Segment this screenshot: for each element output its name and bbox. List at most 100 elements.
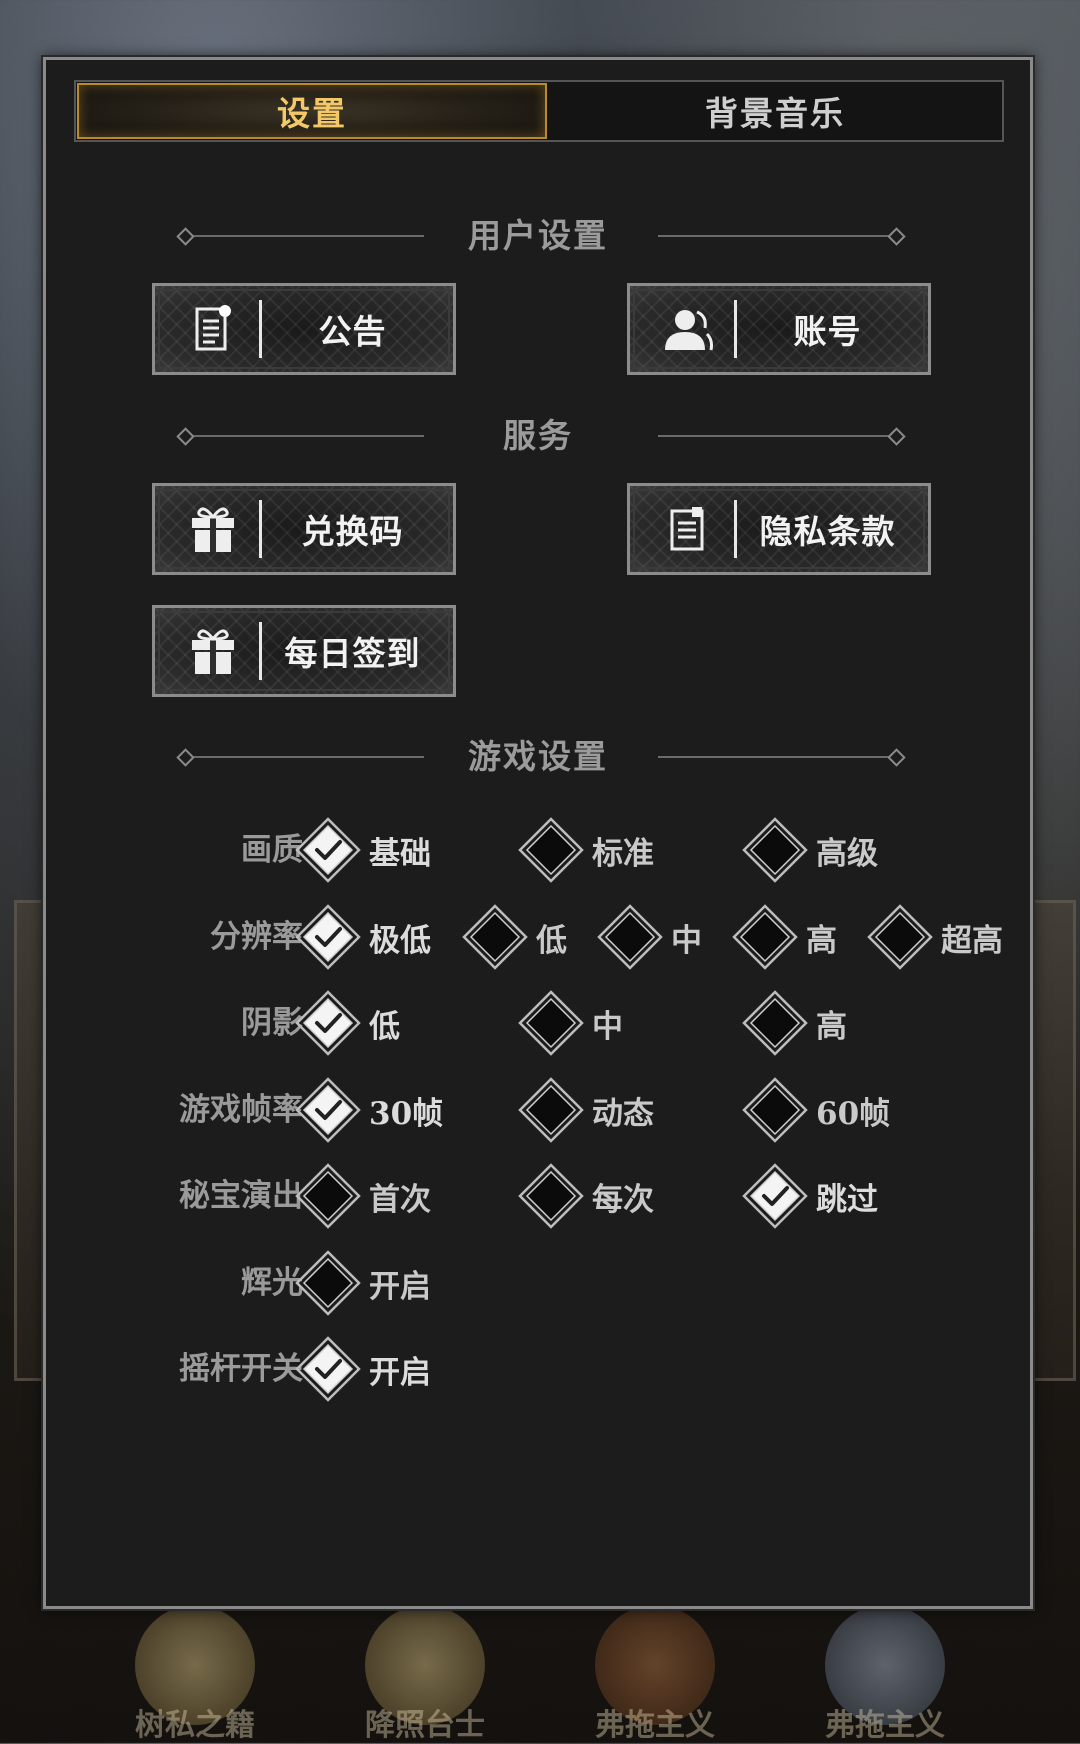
- divider-line: [658, 235, 898, 237]
- tab-settings[interactable]: 设置: [77, 83, 547, 139]
- option-label: 30帧: [369, 1095, 444, 1132]
- option-treasure-animation-1[interactable]: 首次: [295, 1161, 431, 1231]
- background-emblem-label: 树私之籍: [135, 1708, 255, 1743]
- diamond-checkbox-icon: [295, 1250, 361, 1316]
- option-label: 标准: [592, 835, 654, 872]
- option-treasure-animation-3[interactable]: 跳过: [742, 1161, 878, 1231]
- document-icon: [185, 301, 241, 357]
- diamond-checkbox-icon: [742, 990, 808, 1056]
- setting-row-framerate: 游戏帧率 30帧 动态 60帧: [46, 1075, 1030, 1145]
- option-quality-1[interactable]: 基础: [295, 815, 431, 885]
- option-label: 首次: [369, 1181, 431, 1218]
- option-framerate-2[interactable]: 动态: [518, 1075, 654, 1145]
- user-icon: [660, 301, 716, 357]
- setting-label: 分辨率: [210, 919, 303, 955]
- setting-label: 画质: [241, 832, 303, 868]
- daily-checkin-button[interactable]: 每日签到: [152, 605, 456, 697]
- diamond-checkbox-checked-icon: [295, 990, 361, 1056]
- setting-row-treasure-animation: 秘宝演出 首次 每次 跳过: [46, 1161, 1030, 1231]
- gift-icon: [185, 623, 241, 679]
- divider-line: [658, 435, 898, 437]
- daily-checkin-button-label: 每日签到: [284, 634, 421, 673]
- option-shadow-1[interactable]: 低: [295, 988, 400, 1058]
- setting-label: 阴影: [241, 1005, 303, 1041]
- option-framerate-1[interactable]: 30帧: [295, 1075, 443, 1145]
- setting-row-resolution: 分辨率 极低 低 中 高 超高: [46, 902, 1030, 972]
- option-label: 动态: [592, 1095, 654, 1132]
- option-label: 中: [592, 1008, 623, 1045]
- option-quality-3[interactable]: 高级: [742, 815, 878, 885]
- setting-label: 游戏帧率: [179, 1092, 303, 1128]
- option-label: 低: [369, 1008, 400, 1045]
- diamond-checkbox-checked-icon: [295, 1077, 361, 1143]
- diamond-checkbox-icon: [462, 904, 528, 970]
- diamond-checkbox-icon: [295, 1163, 361, 1229]
- option-label: 极低: [369, 922, 431, 959]
- diamond-checkbox-checked-icon: [742, 1163, 808, 1229]
- option-shadow-2[interactable]: 中: [518, 988, 623, 1058]
- option-label: 跳过: [816, 1181, 878, 1218]
- document-lock-icon: [660, 501, 716, 557]
- option-label: 每次: [592, 1181, 654, 1218]
- section-user-settings: 用户设置: [46, 211, 1030, 261]
- background-emblem-label: 弗拖主义: [825, 1708, 945, 1743]
- setting-label: 摇杆开关: [179, 1351, 303, 1387]
- option-resolution-3[interactable]: 中: [597, 902, 702, 972]
- background-emblem-label: 弗拖主义: [595, 1708, 715, 1743]
- account-button-label: 账号: [793, 312, 862, 351]
- option-resolution-1[interactable]: 极低: [295, 902, 431, 972]
- account-button[interactable]: 账号: [627, 283, 931, 375]
- diamond-checkbox-icon: [518, 990, 584, 1056]
- option-label: 高: [816, 1008, 847, 1045]
- option-label: 60帧: [816, 1095, 891, 1132]
- option-framerate-3[interactable]: 60帧: [742, 1075, 890, 1145]
- setting-label: 辉光: [241, 1265, 303, 1301]
- option-label: 低: [536, 922, 567, 959]
- diamond-checkbox-icon: [742, 817, 808, 883]
- option-treasure-animation-2[interactable]: 每次: [518, 1161, 654, 1231]
- diamond-checkbox-icon: [518, 817, 584, 883]
- setting-row-joystick: 摇杆开关 开启: [46, 1334, 1030, 1404]
- setting-row-glow: 辉光 开启: [46, 1248, 1030, 1318]
- redeem-code-button-label: 兑换码: [301, 512, 404, 551]
- redeem-code-button[interactable]: 兑换码: [152, 483, 456, 575]
- option-shadow-3[interactable]: 高: [742, 988, 847, 1058]
- option-resolution-4[interactable]: 高: [732, 902, 837, 972]
- diamond-checkbox-icon: [597, 904, 663, 970]
- background-emblem-label: 降照台士: [365, 1708, 485, 1743]
- option-resolution-5[interactable]: 超高: [867, 902, 1003, 972]
- divider-line: [658, 756, 898, 758]
- diamond-checkbox-icon: [732, 904, 798, 970]
- tab-background-music[interactable]: 背景音乐: [548, 82, 1002, 140]
- setting-label: 秘宝演出: [179, 1178, 303, 1214]
- section-game-settings: 游戏设置: [46, 732, 1030, 782]
- notice-button-label: 公告: [318, 312, 387, 351]
- settings-panel: 设置 背景音乐 用户设置 公告 账号 服务 兑换码 隐私条款 每日签到 游戏设置…: [43, 57, 1033, 1609]
- tab-bar: 设置 背景音乐: [74, 80, 1004, 142]
- diamond-checkbox-checked-icon: [295, 904, 361, 970]
- diamond-checkbox-checked-icon: [295, 817, 361, 883]
- option-quality-2[interactable]: 标准: [518, 815, 654, 885]
- option-label: 高级: [816, 835, 878, 872]
- diamond-checkbox-icon: [518, 1077, 584, 1143]
- option-label: 基础: [369, 835, 431, 872]
- privacy-policy-button[interactable]: 隐私条款: [627, 483, 931, 575]
- notice-button[interactable]: 公告: [152, 283, 456, 375]
- section-service: 服务: [46, 411, 1030, 461]
- option-label: 开启: [369, 1268, 431, 1305]
- diamond-checkbox-icon: [518, 1163, 584, 1229]
- privacy-policy-button-label: 隐私条款: [759, 512, 896, 551]
- option-joystick-1[interactable]: 开启: [295, 1334, 431, 1404]
- option-label: 超高: [941, 922, 1003, 959]
- gift-icon: [185, 501, 241, 557]
- option-resolution-2[interactable]: 低: [462, 902, 567, 972]
- diamond-checkbox-icon: [867, 904, 933, 970]
- setting-row-shadow: 阴影 低 中 高: [46, 988, 1030, 1058]
- diamond-checkbox-checked-icon: [295, 1336, 361, 1402]
- option-label: 高: [806, 922, 837, 959]
- option-label: 中: [671, 922, 702, 959]
- setting-row-quality: 画质 基础 标准 高级: [46, 815, 1030, 885]
- option-label: 开启: [369, 1354, 431, 1391]
- option-glow-1[interactable]: 开启: [295, 1248, 431, 1318]
- diamond-checkbox-icon: [742, 1077, 808, 1143]
